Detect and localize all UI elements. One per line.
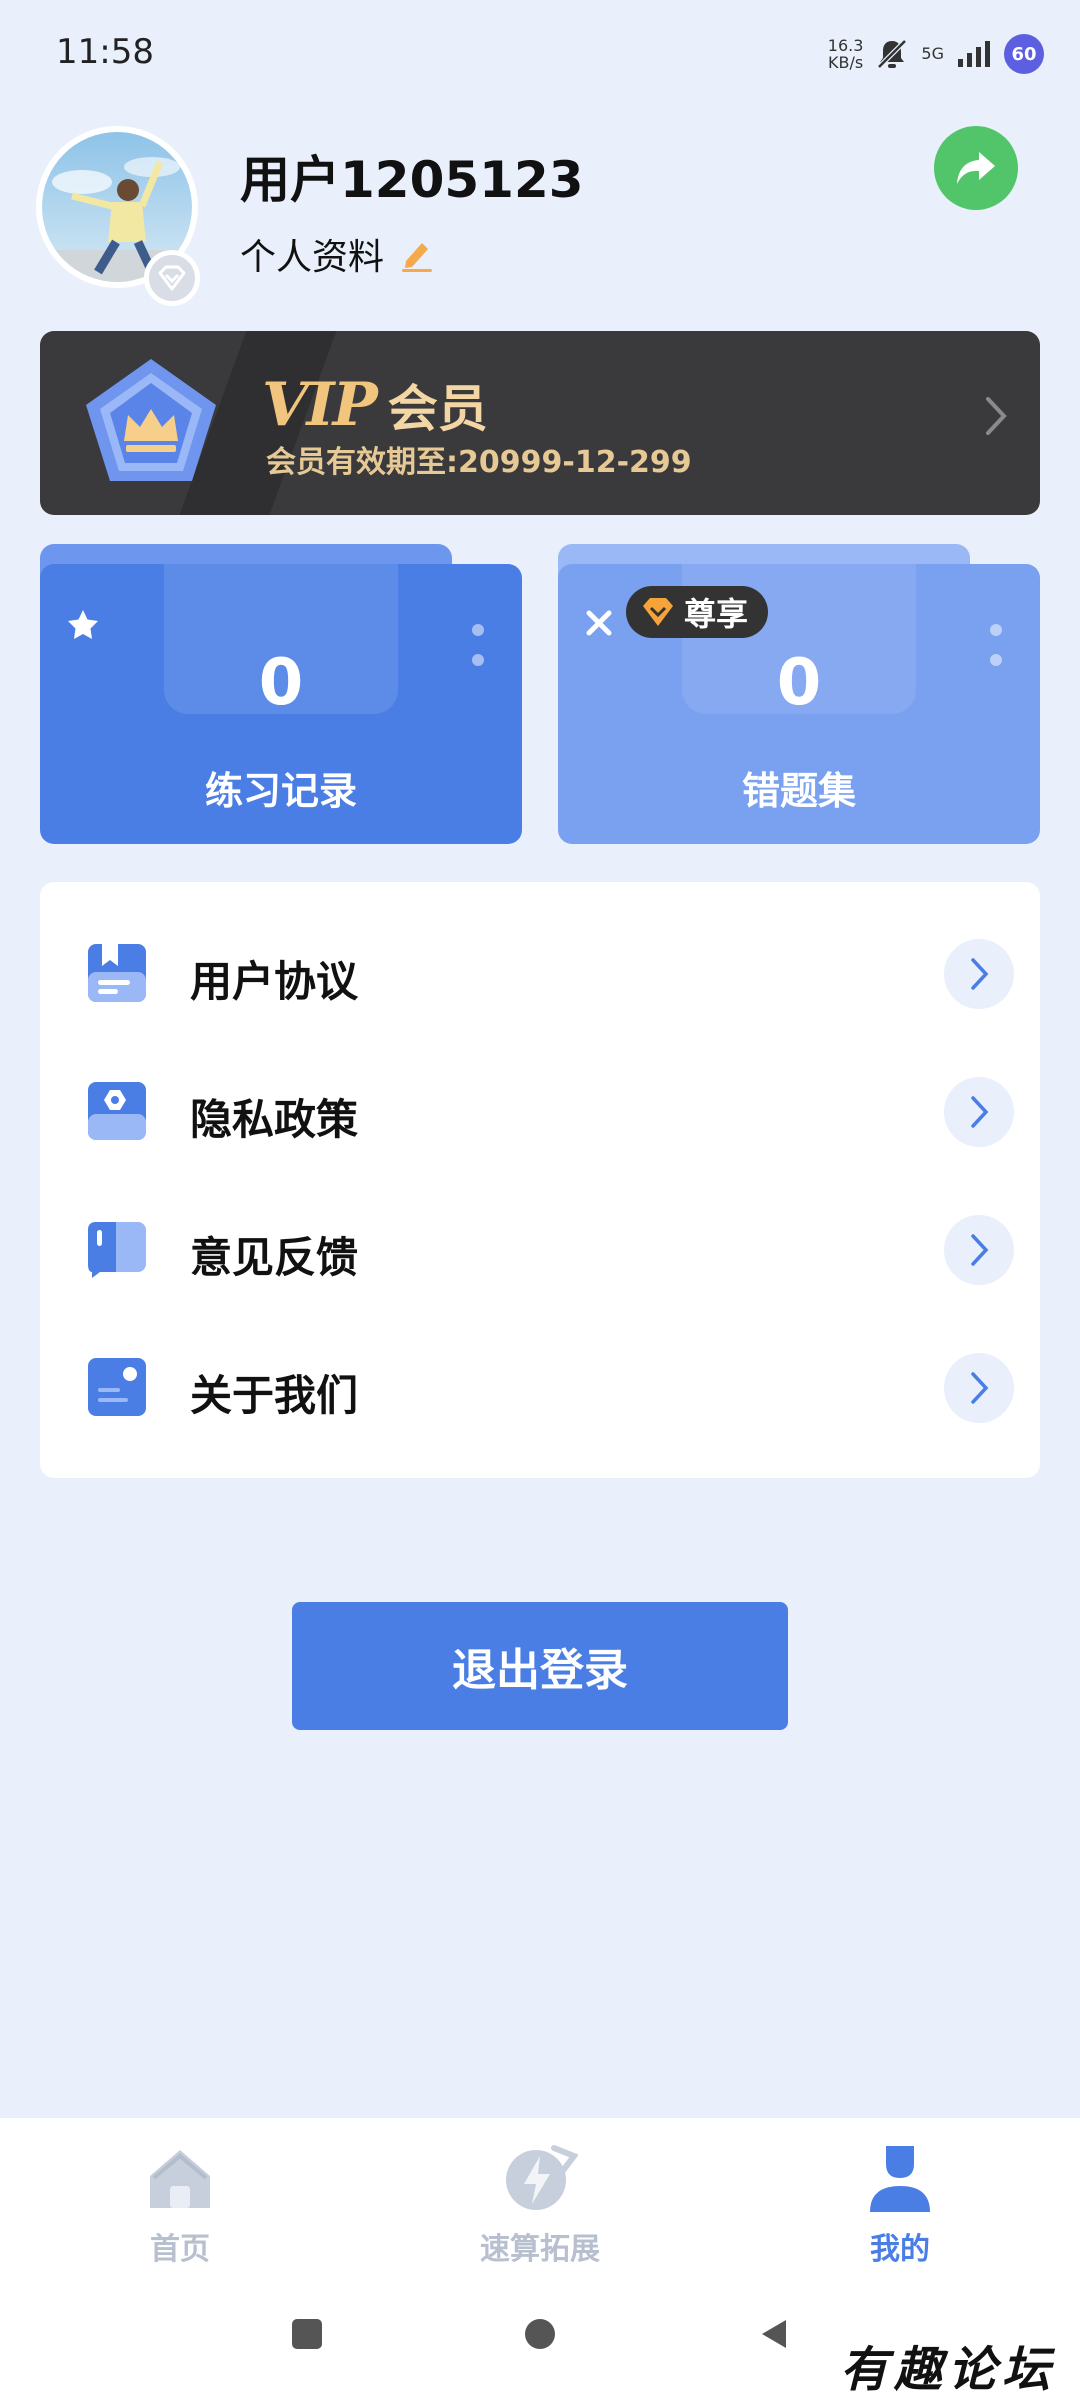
username: 用户1205123: [240, 151, 584, 209]
share-button[interactable]: [934, 126, 1018, 210]
premium-badge: 尊享: [626, 586, 769, 638]
nav-label: 我的: [870, 2232, 930, 2267]
chevron-right-icon: [986, 397, 1007, 435]
privacy-icon: [88, 1082, 146, 1140]
person-icon: [870, 2146, 930, 2212]
vip-title: VIP 会员: [262, 369, 488, 441]
crown-badge-icon: [86, 359, 216, 481]
back-icon[interactable]: [758, 2318, 788, 2350]
practice-count: 0: [258, 646, 304, 720]
status-time: 11:58: [56, 32, 154, 72]
chevron-right-icon: [944, 1215, 1014, 1285]
more-dots-icon: [990, 624, 1004, 684]
star-icon: [68, 610, 98, 639]
status-bar: 11:58 16.3 KB/s 5G 60: [0, 0, 1080, 110]
edit-profile-link[interactable]: 个人资料: [240, 228, 436, 280]
pencil-icon: [402, 243, 433, 272]
logout-button[interactable]: 退出登录: [292, 1602, 788, 1730]
mistake-collection-card[interactable]: 尊享 0 错题集: [558, 544, 1040, 844]
battery-indicator: 60: [1004, 34, 1044, 74]
forum-watermark: 有趣论坛: [839, 2342, 1056, 2398]
menu-label: 用户协议: [190, 957, 359, 1006]
vip-card[interactable]: VIP 会员 会员有效期至:20999-12-299: [40, 331, 1040, 515]
agreement-icon: [88, 944, 146, 1002]
network-speed: 16.3 KB/s: [827, 36, 864, 72]
menu-item-privacy-policy[interactable]: 隐私政策: [40, 1042, 1040, 1180]
mistakes-count: 0: [776, 646, 822, 720]
settings-menu: 用户协议 隐私政策 意见反馈 关于我们: [40, 882, 1040, 1478]
nav-tab-speed-calc[interactable]: 速算拓展: [420, 2138, 660, 2288]
vip-logo: VIP: [262, 370, 378, 440]
vip-label: 会员: [387, 380, 488, 438]
nav-label: 首页: [150, 2232, 210, 2267]
nav-tab-mine[interactable]: 我的: [780, 2138, 1020, 2288]
menu-label: 关于我们: [190, 1371, 359, 1420]
nav-tab-home[interactable]: 首页: [60, 2138, 300, 2288]
signal-icon: [958, 41, 990, 67]
practice-record-card[interactable]: 0 练习记录: [40, 544, 522, 844]
chevron-right-icon: [944, 939, 1014, 1009]
premium-badge-label: 尊享: [684, 595, 749, 633]
menu-label: 意见反馈: [190, 1233, 359, 1282]
diamond-icon: [158, 265, 186, 291]
network-type: 5G: [921, 44, 944, 63]
diamond-badge-icon: [643, 598, 673, 626]
chevron-right-icon: [944, 1353, 1014, 1423]
practice-label: 练习记录: [204, 769, 357, 813]
status-indicators: 16.3 KB/s 5G 60: [828, 32, 1044, 76]
lightning-icon: [506, 2145, 578, 2210]
menu-item-user-agreement[interactable]: 用户协议: [40, 904, 1040, 1042]
close-x-icon: [586, 610, 612, 636]
about-icon: [88, 1358, 146, 1416]
chevron-right-icon: [944, 1077, 1014, 1147]
vip-expiry: 会员有效期至:20999-12-299: [266, 445, 692, 480]
feedback-icon: [88, 1222, 146, 1278]
menu-item-feedback[interactable]: 意见反馈: [40, 1180, 1040, 1318]
recent-apps-icon[interactable]: [291, 2318, 323, 2350]
mistakes-label: 错题集: [741, 769, 856, 813]
menu-label: 隐私政策: [190, 1095, 359, 1144]
share-icon: [957, 152, 995, 184]
home-icon: [150, 2150, 210, 2208]
profile-link-label: 个人资料: [240, 237, 385, 278]
bell-muted-icon: [877, 39, 908, 69]
more-dots-icon: [472, 624, 486, 684]
nav-label: 速算拓展: [480, 2232, 600, 2267]
avatar-badge: [144, 250, 200, 306]
home-button-icon[interactable]: [524, 2318, 556, 2350]
menu-item-about-us[interactable]: 关于我们: [40, 1318, 1040, 1456]
